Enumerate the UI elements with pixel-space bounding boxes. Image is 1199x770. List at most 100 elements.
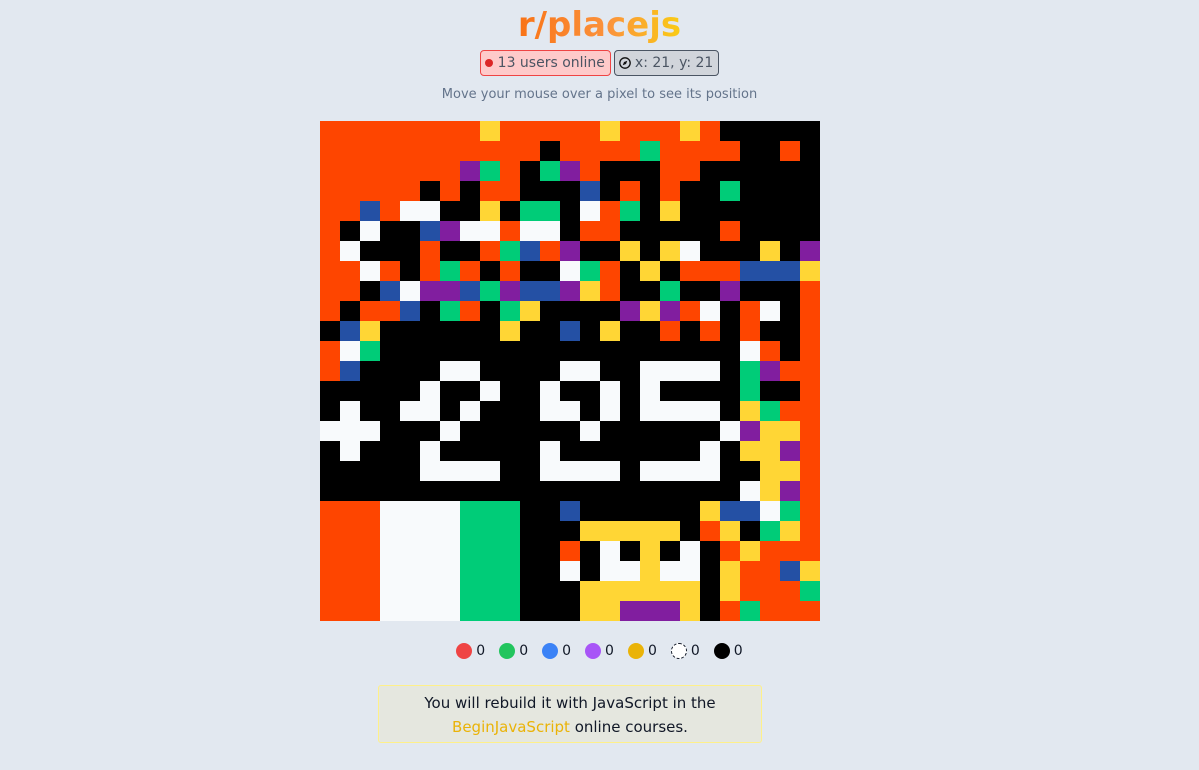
pixel[interactable] xyxy=(700,121,720,141)
pixel[interactable] xyxy=(780,201,800,221)
pixel[interactable] xyxy=(520,341,540,361)
pixel[interactable] xyxy=(720,441,740,461)
pixel[interactable] xyxy=(600,581,620,601)
pixel[interactable] xyxy=(460,461,480,481)
pixel[interactable] xyxy=(500,501,520,521)
pixel[interactable] xyxy=(580,581,600,601)
pixel[interactable] xyxy=(640,201,660,221)
pixel[interactable] xyxy=(680,221,700,241)
pixel[interactable] xyxy=(700,521,720,541)
pixel[interactable] xyxy=(680,421,700,441)
pixel[interactable] xyxy=(520,441,540,461)
pixel[interactable] xyxy=(700,181,720,201)
pixel[interactable] xyxy=(780,341,800,361)
pixel[interactable] xyxy=(320,221,340,241)
pixel[interactable] xyxy=(780,541,800,561)
pixel[interactable] xyxy=(620,541,640,561)
pixel[interactable] xyxy=(320,521,340,541)
pixel[interactable] xyxy=(660,201,680,221)
pixel[interactable] xyxy=(680,181,700,201)
pixel[interactable] xyxy=(780,601,800,621)
pixel[interactable] xyxy=(580,401,600,421)
pixel[interactable] xyxy=(380,201,400,221)
pixel[interactable] xyxy=(800,581,820,601)
pixel[interactable] xyxy=(660,421,680,441)
pixel[interactable] xyxy=(700,461,720,481)
pixel[interactable] xyxy=(720,321,740,341)
beginjavascript-link[interactable]: BeginJavaScript xyxy=(452,718,570,736)
pixel[interactable] xyxy=(740,341,760,361)
pixel[interactable] xyxy=(740,221,760,241)
pixel[interactable] xyxy=(660,181,680,201)
pixel[interactable] xyxy=(680,261,700,281)
pixel[interactable] xyxy=(800,281,820,301)
pixel[interactable] xyxy=(640,281,660,301)
pixel[interactable] xyxy=(620,441,640,461)
pixel[interactable] xyxy=(360,501,380,521)
pixel[interactable] xyxy=(360,261,380,281)
pixel[interactable] xyxy=(660,321,680,341)
pixel[interactable] xyxy=(380,341,400,361)
pixel[interactable] xyxy=(560,201,580,221)
pixel[interactable] xyxy=(720,501,740,521)
pixel[interactable] xyxy=(660,141,680,161)
pixel[interactable] xyxy=(340,421,360,441)
pixel[interactable] xyxy=(640,601,660,621)
pixel[interactable] xyxy=(560,141,580,161)
pixel[interactable] xyxy=(700,581,720,601)
pixel[interactable] xyxy=(340,221,360,241)
pixel[interactable] xyxy=(540,581,560,601)
pixel[interactable] xyxy=(540,401,560,421)
pixel[interactable] xyxy=(580,241,600,261)
pixel[interactable] xyxy=(500,121,520,141)
pixel-canvas[interactable] xyxy=(320,121,820,621)
pixel[interactable] xyxy=(480,181,500,201)
pixel[interactable] xyxy=(320,581,340,601)
pixel[interactable] xyxy=(780,421,800,441)
pixel[interactable] xyxy=(660,461,680,481)
pixel[interactable] xyxy=(340,501,360,521)
pixel[interactable] xyxy=(340,581,360,601)
pixel[interactable] xyxy=(460,601,480,621)
pixel[interactable] xyxy=(680,361,700,381)
pixel[interactable] xyxy=(760,561,780,581)
pixel[interactable] xyxy=(700,421,720,441)
pixel[interactable] xyxy=(340,121,360,141)
pixel[interactable] xyxy=(420,401,440,421)
pixel[interactable] xyxy=(600,221,620,241)
pixel[interactable] xyxy=(540,541,560,561)
pixel[interactable] xyxy=(520,361,540,381)
pixel[interactable] xyxy=(500,521,520,541)
pixel[interactable] xyxy=(520,161,540,181)
pixel[interactable] xyxy=(340,381,360,401)
pixel[interactable] xyxy=(320,421,340,441)
pixel[interactable] xyxy=(560,481,580,501)
pixel[interactable] xyxy=(440,321,460,341)
pixel[interactable] xyxy=(460,241,480,261)
pixel[interactable] xyxy=(500,181,520,201)
pixel[interactable] xyxy=(380,481,400,501)
pixel[interactable] xyxy=(400,361,420,381)
pixel[interactable] xyxy=(380,261,400,281)
pixel[interactable] xyxy=(580,361,600,381)
pixel[interactable] xyxy=(460,321,480,341)
pixel[interactable] xyxy=(620,481,640,501)
pixel[interactable] xyxy=(600,381,620,401)
pixel[interactable] xyxy=(640,541,660,561)
pixel[interactable] xyxy=(660,501,680,521)
pixel[interactable] xyxy=(620,501,640,521)
pixel[interactable] xyxy=(760,401,780,421)
pixel[interactable] xyxy=(800,301,820,321)
pixel[interactable] xyxy=(740,401,760,421)
pixel[interactable] xyxy=(420,481,440,501)
pixel[interactable] xyxy=(400,181,420,201)
pixel[interactable] xyxy=(620,521,640,541)
pixel[interactable] xyxy=(680,481,700,501)
pixel[interactable] xyxy=(360,381,380,401)
pixel[interactable] xyxy=(320,201,340,221)
pixel[interactable] xyxy=(560,561,580,581)
pixel[interactable] xyxy=(600,441,620,461)
pixel[interactable] xyxy=(620,281,640,301)
pixel[interactable] xyxy=(580,201,600,221)
pixel[interactable] xyxy=(640,241,660,261)
